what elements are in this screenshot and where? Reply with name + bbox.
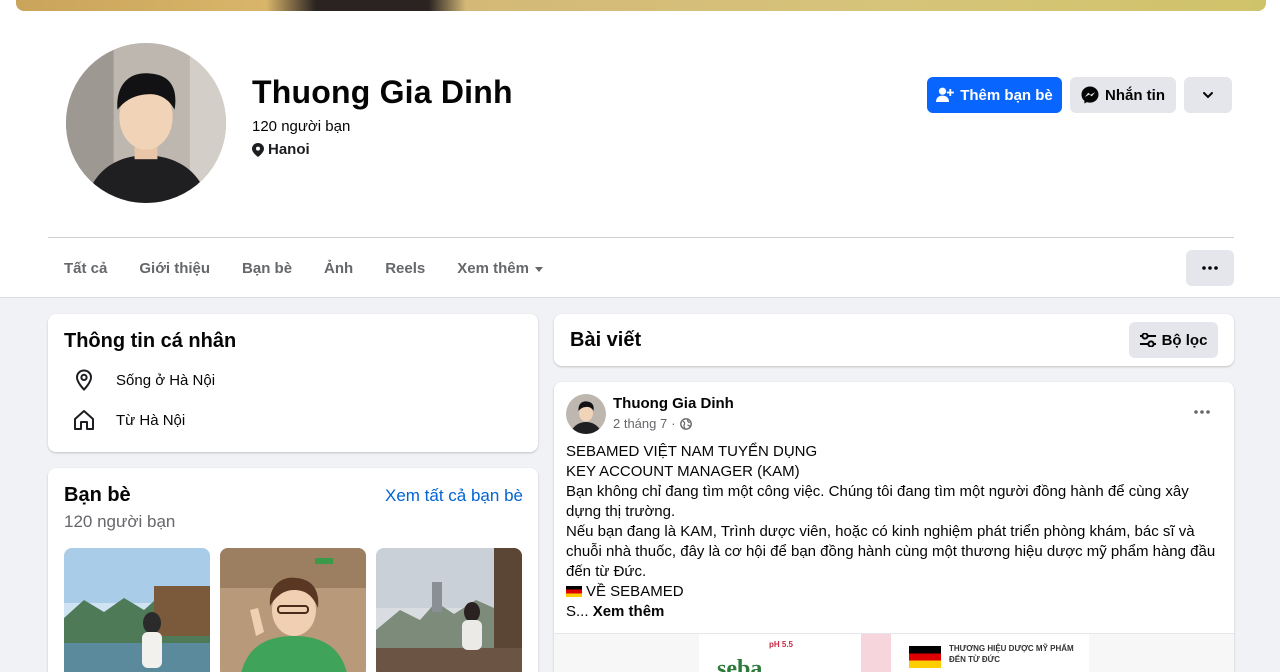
- friends-title: Bạn bè: [64, 484, 131, 506]
- ad-brand: seba: [717, 656, 763, 672]
- tab-label: Giới thiệu: [139, 259, 211, 277]
- ellipsis-icon: [1194, 410, 1210, 414]
- friend-tile[interactable]: [64, 548, 210, 672]
- add-friend-label: Thêm bạn bè: [960, 86, 1053, 104]
- profile-name: Thuong Gia Dinh: [252, 74, 513, 110]
- posts-header-card: Bài viết Bộ lọc: [554, 314, 1234, 366]
- truncated-text: S...: [566, 603, 589, 620]
- friend-photo: [220, 548, 366, 672]
- meta-separator: ·: [671, 416, 676, 431]
- filter-icon: [1139, 333, 1156, 347]
- ad-headline-1: THƯƠNG HIỆU DƯỢC MỸ PHẨM: [949, 644, 1074, 653]
- post-author-avatar[interactable]: [566, 394, 606, 434]
- tab-label: Xem thêm: [457, 259, 529, 277]
- post-line: đến từ Đức.: [566, 563, 647, 580]
- ad-headline-2: ĐẾN TỪ ĐỨC: [949, 655, 1001, 664]
- tab-more[interactable]: Xem thêm: [441, 244, 559, 292]
- friend-tile[interactable]: [220, 548, 366, 672]
- ad-ph: pH 5.5: [769, 640, 794, 649]
- tab-friends[interactable]: Bạn bè: [226, 244, 308, 292]
- tab-reels[interactable]: Reels: [369, 244, 441, 292]
- caret-down-icon: [534, 266, 543, 272]
- about-text: VỀ SEBAMED: [586, 583, 684, 600]
- intro-lives-in-text[interactable]: Sống ở Hà Nội: [116, 372, 215, 389]
- profile-photo: [66, 43, 226, 203]
- friends-card: Bạn bè Xem tất cả bạn bè 120 người bạn: [48, 468, 538, 672]
- friends-count: 120 người bạn: [64, 512, 176, 531]
- post-options-button[interactable]: [1184, 398, 1220, 426]
- friend-tile[interactable]: [376, 548, 522, 672]
- post-card: Thuong Gia Dinh 2 tháng 7 · SEBAMED VIỆT…: [554, 382, 1234, 672]
- profile-tabs: Tất cả Giới thiệu Bạn bè Ảnh Reels Xem t…: [48, 244, 559, 292]
- ellipsis-icon: [1202, 266, 1218, 270]
- filter-button[interactable]: Bộ lọc: [1129, 322, 1218, 358]
- tab-label: Bạn bè: [242, 259, 293, 277]
- intro-lives-in: Sống ở Hà Nội: [72, 368, 215, 392]
- friend-photo: [376, 548, 522, 672]
- tab-all[interactable]: Tất cả: [48, 244, 123, 292]
- post-line: chuỗi nhà thuốc, đây là cơ hội để bạn đồ…: [566, 543, 1216, 560]
- message-button[interactable]: Nhắn tin: [1070, 77, 1176, 113]
- see-all-friends-link[interactable]: Xem tất cả bạn bè: [385, 486, 523, 506]
- post-line: Nếu bạn đang là KAM, Trình dược viên, ho…: [566, 523, 1195, 540]
- post-about-line: VỀ SEBAMED: [566, 582, 1226, 602]
- post-line: KEY ACCOUNT MANAGER (KAM): [566, 463, 800, 480]
- map-pin-icon: [252, 142, 264, 157]
- post-line: dựng thị trường.: [566, 503, 676, 520]
- location-text: Hanoi: [268, 141, 310, 158]
- add-friend-icon: [936, 87, 955, 102]
- tab-label: Ảnh: [324, 259, 354, 277]
- location-icon: [75, 369, 93, 391]
- post-text: SEBAMED VIỆT NAM TUYỂN DỤNG KEY ACCOUNT …: [566, 442, 1226, 622]
- message-label: Nhắn tin: [1105, 86, 1165, 104]
- add-friend-button[interactable]: Thêm bạn bè: [927, 77, 1062, 113]
- friend-photo: [64, 548, 210, 672]
- tab-photos[interactable]: Ảnh: [308, 244, 369, 292]
- tab-label: Tất cả: [64, 259, 108, 277]
- globe-icon: [679, 417, 692, 430]
- post-truncated-line: S... Xem thêm: [566, 602, 1226, 622]
- intro-from: Từ Hà Nội: [72, 408, 185, 432]
- intro-from-text[interactable]: Từ Hà Nội: [116, 412, 185, 429]
- location-info: Hanoi: [252, 141, 310, 158]
- profile-avatar[interactable]: [62, 39, 230, 207]
- posts-title: Bài viết: [570, 329, 642, 351]
- home-icon: [74, 410, 94, 430]
- avatar-photo: [566, 394, 606, 434]
- post-line: Bạn không chỉ đang tìm một công việc. Ch…: [566, 483, 1189, 500]
- filter-label: Bộ lọc: [1161, 331, 1208, 349]
- intro-title: Thông tin cá nhân: [64, 330, 237, 352]
- intro-card: Thông tin cá nhân Sống ở Hà Nội Từ Hà Nộ…: [48, 314, 538, 452]
- chevron-down-icon: [1203, 92, 1213, 99]
- more-options-button[interactable]: [1184, 77, 1232, 113]
- tabs-more-button[interactable]: [1186, 250, 1234, 286]
- messenger-icon: [1081, 86, 1099, 104]
- tab-label: Reels: [385, 259, 426, 277]
- tab-about[interactable]: Giới thiệu: [123, 244, 226, 292]
- germany-flag-icon: [566, 586, 582, 597]
- post-time[interactable]: 2 tháng 7: [613, 416, 667, 431]
- post-meta: 2 tháng 7 ·: [613, 416, 692, 431]
- ad-accent: [861, 634, 891, 672]
- post-image[interactable]: seba pH 5.5 THƯƠNG HIỆU DƯỢC MỸ PHẨM ĐẾN…: [554, 633, 1234, 672]
- post-line: SEBAMED VIỆT NAM TUYỂN DỤNG: [566, 443, 818, 460]
- see-more-link[interactable]: Xem thêm: [593, 603, 665, 620]
- header-divider: [48, 237, 1234, 238]
- post-image-ad: seba pH 5.5 THƯƠNG HIỆU DƯỢC MỸ PHẨM ĐẾN…: [699, 634, 1089, 672]
- post-author-name[interactable]: Thuong Gia Dinh: [613, 395, 734, 412]
- cover-photo[interactable]: [16, 0, 1266, 11]
- germany-flag-icon: [909, 646, 941, 668]
- friend-count[interactable]: 120 người bạn: [252, 118, 350, 135]
